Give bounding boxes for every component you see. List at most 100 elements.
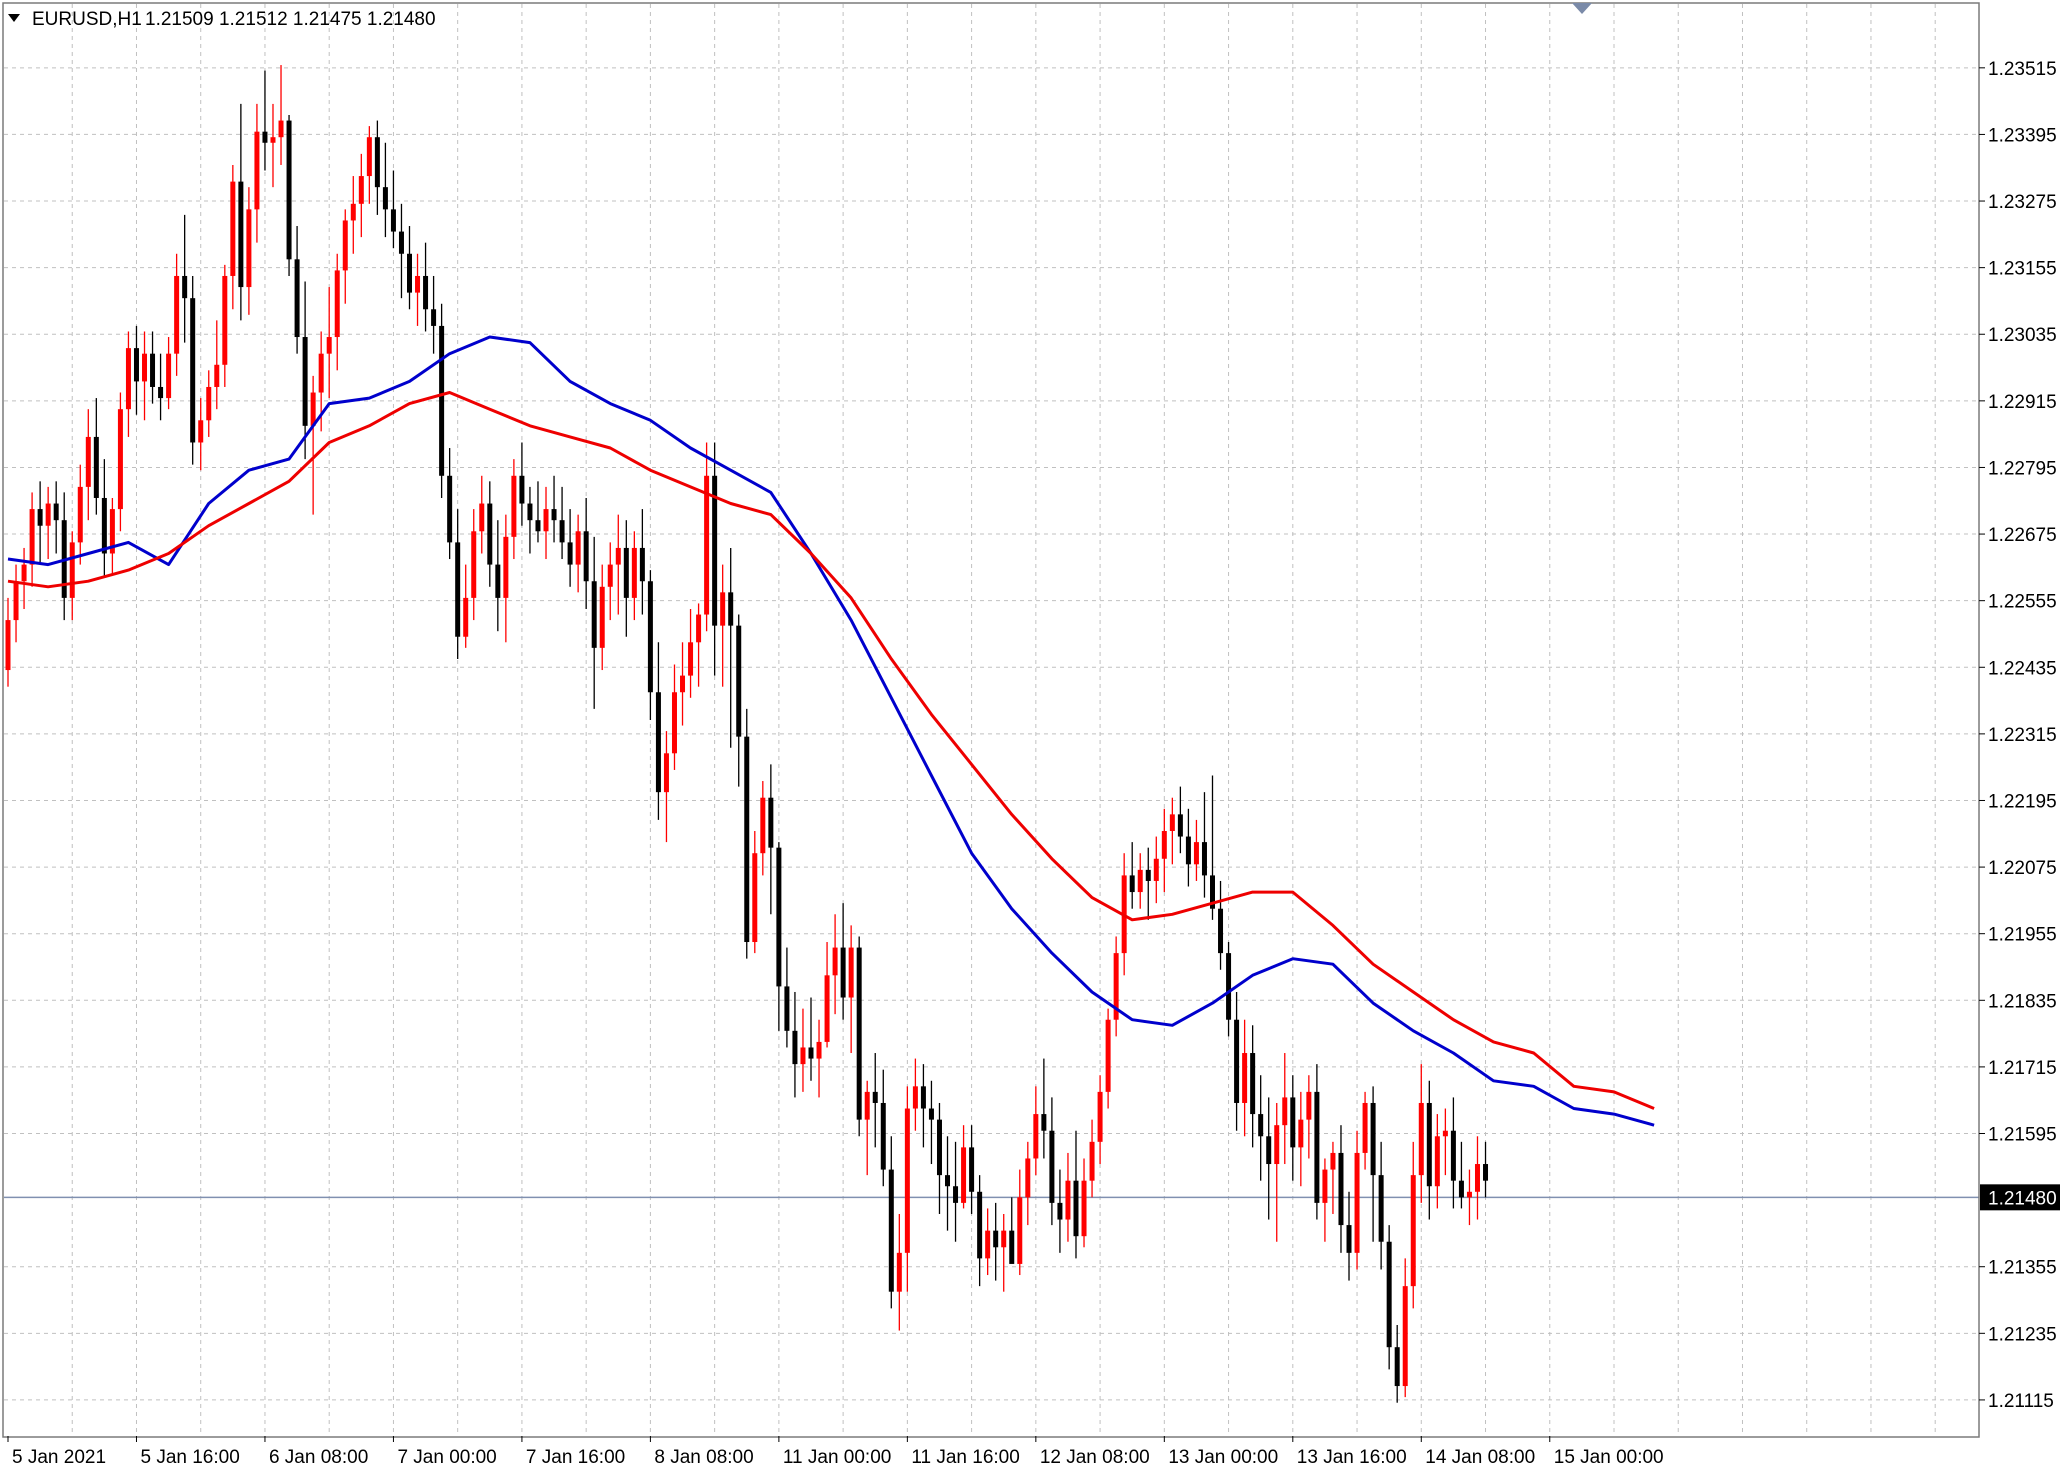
candle-body [69, 542, 75, 598]
candle-body [1418, 1102, 1424, 1176]
candle-body [1466, 1191, 1472, 1198]
candle-body [1169, 814, 1175, 832]
candle-body [1458, 1180, 1464, 1198]
candle-body [222, 275, 228, 365]
x-tick-label: 11 Jan 16:00 [911, 1447, 1019, 1468]
candle-body [1354, 1152, 1360, 1253]
candle-body [551, 509, 557, 521]
candle-body [888, 1169, 894, 1292]
candle-body [85, 436, 91, 487]
candle-body [559, 520, 565, 543]
candle-body [848, 947, 854, 998]
candle-body [150, 353, 156, 387]
candle-body [816, 1041, 822, 1059]
candle-body [728, 592, 734, 626]
candle-body [961, 1147, 967, 1203]
candle-body [29, 509, 35, 565]
candle-body [912, 1086, 918, 1109]
y-tick-label: 1.21835 [1988, 991, 2057, 1012]
candle-body [1242, 1053, 1248, 1103]
price-chart[interactable]: 1.23515 1.23395 1.23275 1.23155 1.23035 1.229… [0, 0, 2070, 1470]
candle-body [398, 231, 404, 254]
candle-body [101, 497, 107, 554]
candle-body [800, 1047, 806, 1065]
y-tick-label: 1.22555 [1988, 592, 2057, 613]
candle-body [495, 564, 501, 598]
candle-body [198, 420, 204, 443]
candle-body [1009, 1230, 1015, 1264]
candle-body [125, 348, 131, 410]
y-tick-label: 1.22315 [1988, 725, 2057, 746]
candle-body [206, 386, 212, 421]
candle-body [37, 509, 43, 526]
candle-body [832, 947, 838, 976]
candle-body [302, 337, 308, 426]
candle-body [262, 131, 268, 143]
candle-body [768, 797, 774, 848]
candle-body [358, 176, 364, 204]
candle-body [631, 547, 637, 598]
candle-body [1089, 1141, 1095, 1181]
x-tick-label: 13 Jan 00:00 [1168, 1447, 1278, 1468]
candle-body [535, 520, 541, 532]
chart-window[interactable]: 1.23515 1.23395 1.23275 1.23155 1.23035 1.229… [0, 0, 2070, 1470]
candle-body [1153, 858, 1159, 881]
candle-body [527, 503, 533, 521]
candle-body [1330, 1152, 1336, 1170]
candle-body [479, 503, 485, 532]
candle-body [1161, 831, 1167, 859]
candle-body [872, 1091, 878, 1103]
candle-body [720, 592, 726, 626]
candle-body [736, 625, 742, 737]
candle-body [1041, 1114, 1047, 1131]
candle-body [1322, 1169, 1328, 1203]
x-tick-label: 7 Jan 16:00 [526, 1447, 625, 1468]
candle-body [904, 1108, 910, 1253]
candle-body [1049, 1130, 1055, 1203]
candle-body [463, 597, 469, 637]
candle-body [366, 137, 372, 177]
candle-body [93, 436, 99, 498]
candle-body [214, 364, 220, 387]
candle-body [5, 620, 11, 671]
candle-body [1282, 1097, 1288, 1126]
y-tick-label: 1.21115 [1988, 1391, 2054, 1412]
candle-body [1226, 953, 1232, 1020]
candle-body [13, 581, 19, 621]
x-tick-label: 12 Jan 08:00 [1040, 1447, 1150, 1468]
candle-body [77, 486, 83, 543]
y-tick-label: 1.23155 [1988, 259, 2057, 280]
chart-background [0, 0, 2070, 1470]
candle-body [864, 1091, 870, 1120]
candle-body [1338, 1152, 1344, 1226]
ohlc-values-label: 1.21509 1.21512 1.21475 1.21480 [145, 9, 436, 30]
x-tick-label: 14 Jan 08:00 [1425, 1447, 1535, 1468]
candle-body [680, 675, 686, 693]
current-price-tag: 1.21480 [1980, 1184, 2060, 1211]
y-tick-label: 1.23395 [1988, 125, 2057, 146]
candle-body [1266, 1136, 1272, 1165]
y-tick-label: 1.21235 [1988, 1324, 2057, 1345]
candle-body [776, 847, 782, 987]
candle-body [318, 353, 324, 393]
candle-body [792, 1030, 798, 1065]
candle-body [334, 270, 340, 338]
y-tick-label: 1.22915 [1988, 392, 2057, 413]
candle-body [342, 220, 348, 271]
candle-body [407, 253, 412, 293]
candle-body [519, 475, 525, 504]
candle [856, 936, 862, 1137]
candle-body [1105, 1019, 1111, 1092]
candle-body [1298, 1119, 1304, 1148]
candle-body [985, 1230, 991, 1259]
candle-body [1097, 1091, 1103, 1142]
candle-body [431, 309, 437, 326]
candle-body [575, 531, 581, 565]
candle-body [583, 531, 589, 582]
candle-body [1145, 869, 1151, 881]
candle-body [182, 275, 188, 299]
candle-body [45, 503, 51, 526]
candle-body [1290, 1097, 1296, 1148]
candle-body [1137, 869, 1143, 893]
candle-body [1474, 1164, 1480, 1192]
